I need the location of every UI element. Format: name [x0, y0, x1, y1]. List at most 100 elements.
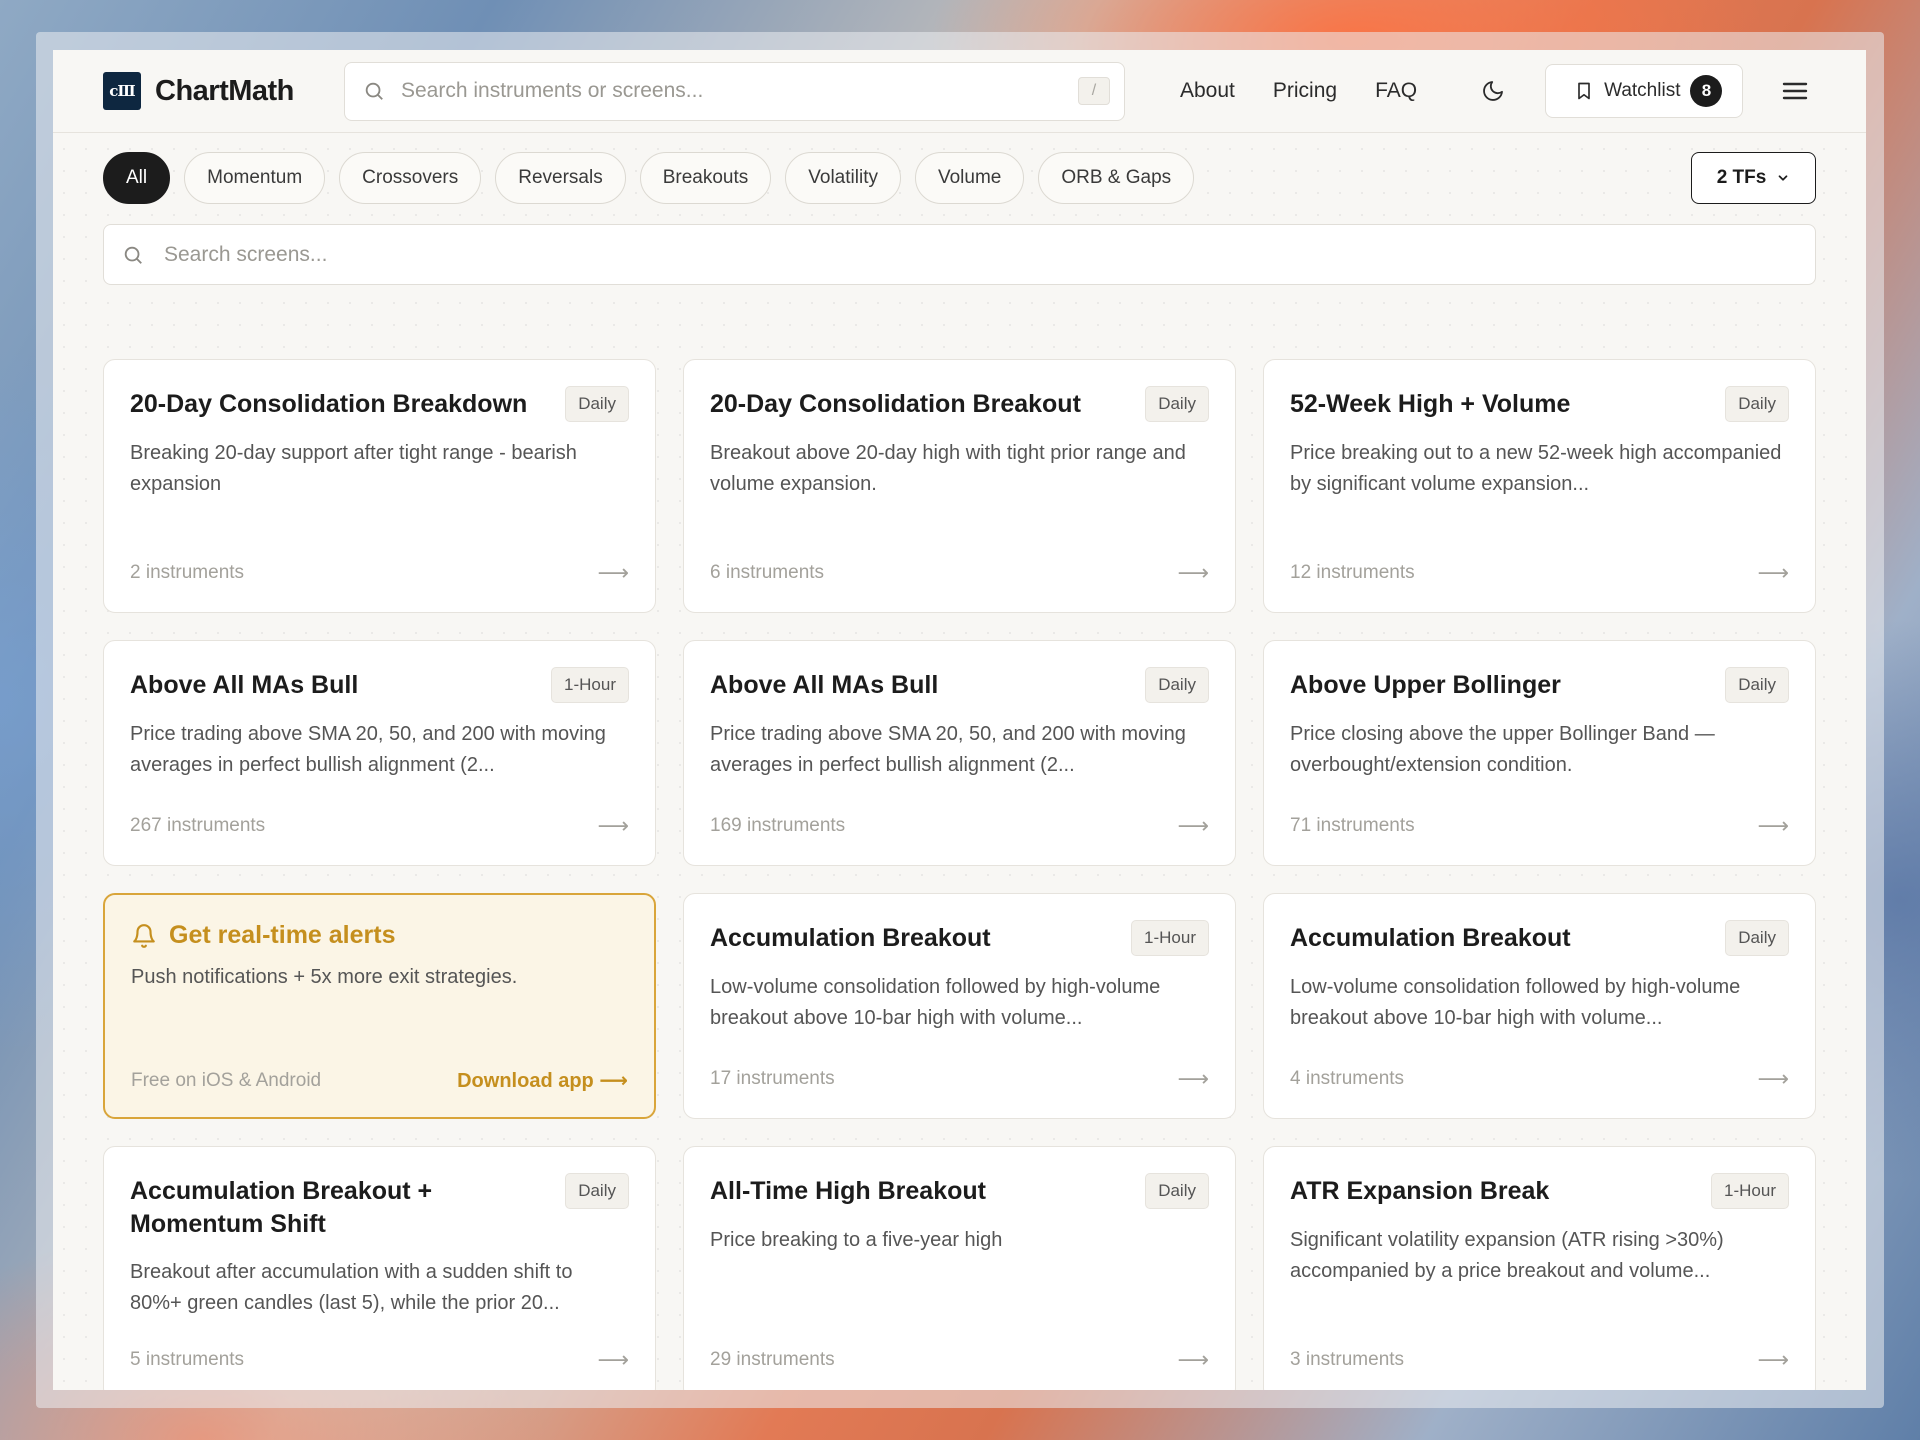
timeframe-badge: Daily	[1725, 386, 1789, 422]
instrument-count: 169 instruments	[710, 815, 846, 836]
instrument-count: 17 instruments	[710, 1068, 835, 1089]
card-title: Above All MAs Bull	[130, 671, 359, 699]
instrument-count: 71 instruments	[1290, 815, 1415, 836]
arrow-right-icon: ⟶	[597, 1347, 629, 1372]
global-search-input[interactable]: Search instruments or screens... /	[344, 61, 1125, 121]
screen-search-input[interactable]: Search screens...	[103, 224, 1816, 285]
main-nav: About Pricing FAQ	[1180, 79, 1417, 103]
screen-card[interactable]: Above Upper Bollinger Daily Price closing…	[1263, 640, 1816, 866]
card-description: Low-volume consolidation followed by hig…	[710, 976, 1161, 1029]
bell-icon	[133, 923, 155, 948]
card-title: Accumulation Breakout	[710, 924, 991, 952]
app-window: cⅢ ChartMath Search instruments or scree…	[53, 50, 1866, 1390]
search-icon	[124, 246, 142, 264]
search-icon	[365, 82, 383, 100]
screen-card[interactable]: ATR Expansion Break 1-Hour Significant vo…	[1263, 1146, 1816, 1390]
instrument-count: 4 instruments	[1290, 1068, 1405, 1089]
screen-card[interactable]: 20-Day Consolidation Breakdown Daily Brea…	[103, 359, 656, 613]
card-description: Price breaking to a five-year high	[710, 1229, 1003, 1251]
screens-grid: 20-Day Consolidation Breakdown Daily Brea…	[103, 359, 1816, 1390]
timeframe-badge: 1-Hour	[1131, 920, 1209, 956]
chip-all[interactable]: All	[103, 152, 171, 204]
arrow-right-icon: ⟶	[1177, 1066, 1209, 1091]
logo-icon: cⅢ	[103, 72, 141, 110]
arrow-right-icon: ⟶	[1757, 1066, 1789, 1091]
chip-volume[interactable]: Volume	[914, 152, 1025, 204]
card-title: 20-Day Consolidation Breakdown	[130, 390, 528, 418]
instrument-count: 12 instruments	[1290, 562, 1415, 583]
promo-description: Push notifications + 5x more exit strate…	[131, 966, 518, 988]
filter-bar: All Momentum Crossovers Reversals Breako…	[53, 152, 1866, 204]
instrument-count: 3 instruments	[1290, 1349, 1405, 1370]
chip-breakouts[interactable]: Breakouts	[639, 152, 772, 204]
card-title: 52-Week High + Volume	[1290, 390, 1571, 418]
screen-card[interactable]: Above All MAs Bull Daily Price trading ab…	[683, 640, 1236, 866]
screen-card[interactable]: Accumulation Breakout Daily Low-volume co…	[1263, 893, 1816, 1119]
card-description: Price breaking out to a new 52-week high…	[1290, 442, 1782, 495]
search-shortcut-hint: /	[1078, 77, 1110, 105]
logo[interactable]: cⅢ ChartMath	[103, 72, 344, 110]
screen-card[interactable]: 20-Day Consolidation Breakout Daily Break…	[683, 359, 1236, 613]
chip-reversals[interactable]: Reversals	[495, 152, 626, 204]
timeframe-select[interactable]: 2 TFs	[1691, 152, 1816, 204]
arrow-right-icon: ⟶	[1177, 1347, 1209, 1372]
card-title: Above All MAs Bull	[710, 671, 939, 699]
chip-orb-gaps[interactable]: ORB & Gaps	[1038, 152, 1195, 204]
top-bar: cⅢ ChartMath Search instruments or scree…	[53, 50, 1866, 133]
card-title: Accumulation Breakout	[1290, 924, 1571, 952]
theme-toggle-button[interactable]	[1473, 71, 1513, 111]
chevron-down-icon	[1778, 175, 1788, 181]
card-description: Price closing above the upper Bollinger …	[1290, 723, 1715, 776]
instrument-count: 5 instruments	[130, 1349, 245, 1370]
screen-card[interactable]: Above All MAs Bull 1-Hour Price trading a…	[103, 640, 656, 866]
chip-volatility[interactable]: Volatility	[785, 152, 901, 204]
timeframe-badge: Daily	[565, 1173, 629, 1209]
app-name: ChartMath	[155, 74, 294, 107]
nav-faq[interactable]: FAQ	[1375, 79, 1417, 103]
arrow-right-icon: ⟶	[597, 813, 629, 838]
chip-momentum[interactable]: Momentum	[184, 152, 326, 204]
global-search-placeholder: Search instruments or screens...	[401, 79, 704, 102]
instrument-count: 29 instruments	[710, 1349, 835, 1370]
watchlist-count-badge: 8	[1690, 75, 1723, 107]
screen-card[interactable]: Accumulation Breakout + Momentum Shift Da…	[103, 1146, 656, 1390]
promo-title-text: Get real-time alerts	[169, 921, 396, 949]
watchlist-button[interactable]: Watchlist 8	[1545, 64, 1744, 118]
screen-card[interactable]: All-Time High Breakout Daily Price breaki…	[683, 1146, 1236, 1390]
bookmark-icon	[1578, 82, 1590, 100]
screen-card[interactable]: Accumulation Breakout 1-Hour Low-volume c…	[683, 893, 1236, 1119]
card-title: All-Time High Breakout	[710, 1177, 986, 1205]
card-description: Low-volume consolidation followed by hig…	[1290, 976, 1741, 1029]
screen-search-placeholder: Search screens...	[164, 242, 328, 266]
watchlist-label: Watchlist	[1604, 80, 1681, 101]
moon-icon	[1483, 81, 1504, 101]
card-description: Significant volatility expansion (ATR ri…	[1290, 1229, 1724, 1282]
timeframe-badge: Daily	[1145, 1173, 1209, 1209]
chip-crossovers[interactable]: Crossovers	[339, 152, 482, 204]
card-title: 20-Day Consolidation Breakout	[710, 390, 1081, 418]
timeframe-badge: Daily	[565, 386, 629, 422]
arrow-right-icon: ⟶	[1757, 560, 1789, 585]
category-chips: All Momentum Crossovers Reversals Breako…	[103, 152, 1195, 204]
card-description: Breakout above 20-day high with tight pr…	[710, 442, 1186, 495]
arrow-right-icon: ⟶	[1177, 813, 1209, 838]
timeframe-badge: Daily	[1725, 920, 1789, 956]
card-description: Breaking 20-day support after tight rang…	[130, 442, 577, 495]
card-title: Accumulation Breakout + Momentum Shift	[130, 1177, 433, 1238]
timeframe-badge: 1-Hour	[1711, 1173, 1789, 1209]
timeframe-select-value: 2 TFs	[1716, 167, 1767, 188]
instrument-count: 6 instruments	[710, 562, 825, 583]
nav-pricing[interactable]: Pricing	[1273, 79, 1337, 103]
promo-platform-note: Free on iOS & Android	[131, 1069, 322, 1091]
card-description: Price trading above SMA 20, 50, and 200 …	[130, 723, 606, 776]
menu-button[interactable]	[1775, 71, 1815, 111]
card-title: ATR Expansion Break	[1290, 1177, 1550, 1205]
arrow-right-icon: ⟶	[597, 560, 629, 585]
timeframe-badge: Daily	[1725, 667, 1789, 703]
download-app-link[interactable]: Download app ⟶	[457, 1068, 628, 1093]
timeframe-badge: Daily	[1145, 667, 1209, 703]
alerts-promo-card[interactable]: Get real-time alerts Push notifications …	[103, 893, 656, 1119]
screen-card[interactable]: 52-Week High + Volume Daily Price breakin…	[1263, 359, 1816, 613]
nav-about[interactable]: About	[1180, 79, 1235, 103]
card-title: Above Upper Bollinger	[1290, 671, 1561, 699]
